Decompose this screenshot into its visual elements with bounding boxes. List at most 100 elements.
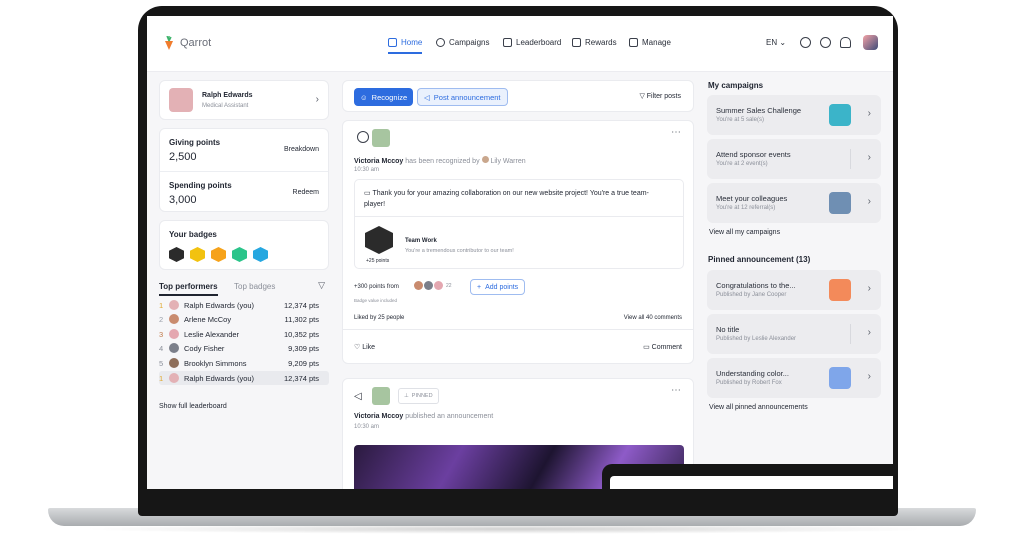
- more-options-icon[interactable]: ⋯: [671, 385, 681, 396]
- leaderboard-row[interactable]: 3 Leslie Alexander 10,352 pts: [159, 327, 329, 341]
- post-announcement-label: Post announcement: [433, 92, 501, 102]
- points: 10,352 pts: [283, 329, 319, 339]
- avatar: [169, 300, 179, 310]
- rank: 5: [159, 358, 164, 368]
- breakdown-link[interactable]: Breakdown: [284, 146, 319, 153]
- recognition-icon: [357, 131, 369, 143]
- leaderboard-row-current-user[interactable]: 1 Ralph Edwards (you) 12,374 pts: [159, 371, 329, 385]
- add-points-button[interactable]: + Add points: [470, 279, 526, 295]
- nav-leaderboard[interactable]: Leaderboard: [503, 38, 561, 47]
- settings-gear-icon[interactable]: [800, 37, 811, 48]
- recognition-message-text: Thank you for your amazing collaboration…: [364, 190, 649, 208]
- recognition-message: ▭ Thank you for your amazing collaborati…: [364, 188, 664, 210]
- tab-top-performers[interactable]: Top performers: [159, 282, 218, 296]
- rank: 3: [159, 329, 164, 339]
- points: 11,302 pts: [284, 314, 319, 324]
- more-options-icon[interactable]: ⋯: [671, 127, 681, 138]
- chevron-right-icon: ›: [867, 196, 871, 207]
- pinned-announcement-card[interactable]: Congratulations to the... Published by J…: [707, 270, 881, 310]
- view-all-pinned-link[interactable]: View all pinned announcements: [709, 404, 808, 411]
- filter-posts-label: Filter posts: [646, 93, 681, 100]
- nav-home-label: Home: [401, 38, 423, 47]
- recognize-button[interactable]: ☺ Recognize: [354, 88, 414, 106]
- chevron-right-icon: ›: [867, 152, 871, 163]
- badge-icon[interactable]: [169, 247, 184, 262]
- name: Leslie Alexander: [184, 329, 240, 339]
- points: 9,209 pts: [288, 358, 319, 368]
- user-avatar[interactable]: [863, 35, 878, 50]
- pinned-announcement-card[interactable]: No title Published by Leslie Alexander ›: [707, 314, 881, 354]
- tab-top-badges[interactable]: Top badges: [234, 282, 275, 291]
- nav-manage[interactable]: Manage: [629, 38, 671, 47]
- leaderboard-row[interactable]: 5 Brooklyn Simmons 9,209 pts: [159, 356, 329, 370]
- notification-bell-icon[interactable]: [840, 37, 851, 48]
- badge-icon[interactable]: [253, 247, 268, 262]
- badge-value-note: Badge value included: [354, 298, 398, 303]
- badge-title: Team Work: [405, 238, 437, 244]
- announcement-thumbnail: [829, 367, 851, 389]
- badge-description: You're a tremendous contributor to our t…: [405, 248, 514, 254]
- megaphone-icon: ◁: [354, 391, 362, 402]
- chevron-right-icon: ›: [867, 371, 871, 382]
- chevron-right-icon: ›: [867, 283, 871, 294]
- campaign-card[interactable]: Summer Sales Challenge You're at 5 sale(…: [707, 95, 881, 135]
- comment-button[interactable]: ▭ Comment: [643, 343, 682, 351]
- brand-logo[interactable]: Qarrot: [163, 36, 211, 50]
- app-screen: Qarrot Home Campaigns Leaderboard Reward…: [147, 16, 893, 489]
- announcement-author[interactable]: Victoria Mccoy: [354, 413, 403, 420]
- filter-posts-button[interactable]: ▽ Filter posts: [639, 92, 681, 100]
- nav-campaigns[interactable]: Campaigns: [436, 38, 489, 47]
- rank: 2: [159, 314, 164, 324]
- likes-count[interactable]: Liked by 25 people: [354, 315, 404, 321]
- redeem-link[interactable]: Redeem: [293, 189, 319, 196]
- like-button[interactable]: ♡ Like: [354, 343, 375, 351]
- announcement-publisher: Published by Jane Cooper: [716, 292, 787, 298]
- announcement-time: 10:30 am: [354, 424, 380, 430]
- laptop-frame: Qarrot Home Campaigns Leaderboard Reward…: [0, 0, 1024, 548]
- recognize-label: Recognize: [371, 92, 408, 102]
- team-work-badge-icon: [365, 226, 393, 254]
- pinned-announcement-card[interactable]: Understanding color... Published by Robe…: [707, 358, 881, 398]
- brand-name: Qarrot: [180, 37, 212, 49]
- campaign-progress: You're at 5 sale(s): [716, 117, 764, 123]
- post-recognizer[interactable]: Lily Warren: [490, 158, 525, 165]
- post-actions-divider: [343, 329, 693, 330]
- giving-points-value: 2,500: [169, 151, 197, 163]
- badge-points: +25 points: [366, 258, 390, 264]
- profile-card[interactable]: Ralph Edwards Medical Assistant ›: [159, 80, 329, 120]
- campaign-card[interactable]: Meet your colleagues You're at 12 referr…: [707, 183, 881, 223]
- recognition-post: ⋯ Victoria Mccoy has been recognized by …: [342, 120, 694, 364]
- post-author[interactable]: Victoria Mccoy: [354, 158, 403, 165]
- leaderboard-row[interactable]: 4 Cody Fisher 9,309 pts: [159, 341, 329, 355]
- author-avatar: [372, 387, 390, 405]
- badge-icon[interactable]: [211, 247, 226, 262]
- spending-points-label: Spending points: [169, 181, 232, 190]
- nav-rewards[interactable]: Rewards: [572, 38, 617, 47]
- filter-icon[interactable]: ▽: [318, 280, 325, 291]
- contributors-avatars[interactable]: 22: [414, 281, 452, 290]
- post-announcement-button[interactable]: ◁ Post announcement: [417, 88, 508, 106]
- secondary-device-screen: [610, 476, 893, 489]
- target-icon: [436, 38, 445, 47]
- recipient-avatar: [372, 129, 390, 147]
- show-full-leaderboard-link[interactable]: Show full leaderboard: [159, 403, 227, 410]
- leaderboard-row[interactable]: 2 Arlene McCoy 11,302 pts: [159, 312, 329, 326]
- carrot-icon: [165, 36, 173, 50]
- announcement-publisher: Published by Leslie Alexander: [716, 336, 797, 342]
- announcement-header-line: Victoria Mccoy published an announcement: [354, 413, 493, 420]
- nav-home[interactable]: Home: [388, 38, 423, 54]
- leaderboard-row[interactable]: 1 Ralph Edwards (you) 12,374 pts: [159, 298, 329, 312]
- avatar: [169, 373, 179, 383]
- badge-icon[interactable]: [232, 247, 247, 262]
- post-header-line: Victoria Mccoy has been recognized by Li…: [354, 156, 526, 165]
- view-all-campaigns-link[interactable]: View all my campaigns: [709, 229, 780, 236]
- rank: 1: [159, 300, 164, 310]
- view-comments-link[interactable]: View all 40 comments: [624, 315, 682, 321]
- campaign-card[interactable]: Attend sponsor events You're at 2 event(…: [707, 139, 881, 179]
- announcement-title: Understanding color...: [716, 369, 789, 378]
- help-icon[interactable]: [820, 37, 831, 48]
- avatar: [169, 314, 179, 324]
- badge-icon[interactable]: [190, 247, 205, 262]
- language-selector[interactable]: EN ⌄: [766, 38, 786, 47]
- heart-icon: ♡: [354, 344, 363, 351]
